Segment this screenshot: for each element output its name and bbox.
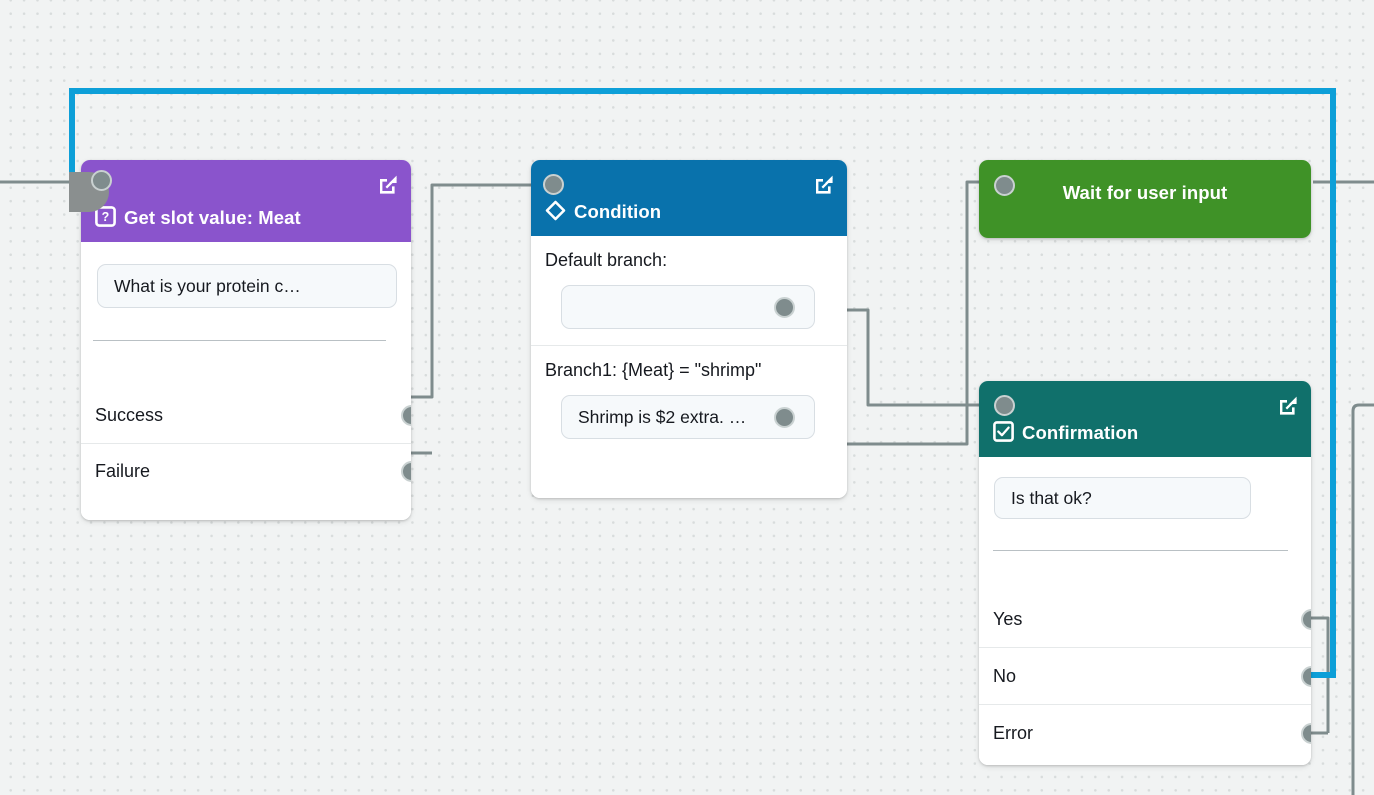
- output-port-no[interactable]: [1301, 666, 1312, 687]
- section-divider: [993, 550, 1288, 551]
- output-row-success[interactable]: Success: [81, 387, 411, 443]
- branch-label: Branch1: {Meat} = "shrimp": [531, 360, 847, 381]
- output-label: Failure: [95, 461, 150, 482]
- node-title-row: ? Get slot value: Meat: [95, 206, 301, 231]
- node-header: ? Get slot value: Meat: [81, 160, 411, 242]
- input-port[interactable]: [91, 170, 112, 191]
- output-label: No: [993, 666, 1016, 687]
- node-get-slot-value-meat[interactable]: ? Get slot value: Meat What is your prot…: [81, 160, 411, 520]
- branch-prompt-bubble[interactable]: [561, 285, 815, 329]
- node-title: Confirmation: [1022, 424, 1138, 443]
- output-label: Yes: [993, 609, 1022, 630]
- branch-prompt-text: Shrimp is $2 extra. …: [578, 407, 746, 428]
- node-title: Get slot value: Meat: [124, 209, 301, 228]
- input-port[interactable]: [994, 175, 1015, 196]
- flow-canvas[interactable]: ? Get slot value: Meat What is your prot…: [0, 0, 1374, 795]
- node-wait-for-user-input[interactable]: Wait for user input: [979, 160, 1311, 238]
- node-title: Wait for user input: [1063, 184, 1228, 203]
- output-label: Success: [95, 405, 163, 426]
- edge-confirmation-right: [1353, 405, 1374, 795]
- node-header: Wait for user input: [979, 160, 1311, 238]
- node-title-row: Wait for user input: [993, 184, 1297, 203]
- branch-prompt-bubble[interactable]: Shrimp is $2 extra. …: [561, 395, 815, 439]
- node-confirmation[interactable]: Confirmation Is that ok? Yes No Error: [979, 381, 1311, 765]
- input-port[interactable]: [543, 174, 564, 195]
- output-row-no[interactable]: No: [979, 648, 1311, 704]
- edit-pencil-icon[interactable]: [1277, 395, 1299, 417]
- prompt-bubble[interactable]: What is your protein c…: [97, 264, 397, 308]
- prompt-text: What is your protein c…: [114, 276, 301, 297]
- node-title: Condition: [574, 203, 661, 222]
- output-row-failure[interactable]: Failure: [81, 444, 411, 499]
- node-header: Confirmation: [979, 381, 1311, 457]
- edit-pencil-icon[interactable]: [377, 174, 399, 196]
- output-label: Error: [993, 723, 1033, 744]
- diamond-icon: [545, 200, 566, 225]
- branch-default: Default branch:: [531, 236, 847, 345]
- node-condition[interactable]: Condition Default branch: Branch1: {Meat…: [531, 160, 847, 498]
- output-port-error[interactable]: [1301, 723, 1312, 744]
- output-port-success[interactable]: [401, 405, 412, 426]
- output-port-branch1[interactable]: [774, 407, 795, 428]
- output-row-yes[interactable]: Yes: [979, 592, 1311, 647]
- output-port-yes[interactable]: [1301, 609, 1312, 630]
- output-port-default-branch[interactable]: [774, 297, 795, 318]
- node-body: Is that ok? Yes No Error: [979, 457, 1311, 765]
- branch-label: Default branch:: [531, 250, 847, 271]
- section-divider: [93, 340, 386, 341]
- input-port[interactable]: [994, 395, 1015, 416]
- prompt-text: Is that ok?: [1011, 488, 1092, 509]
- node-body: Default branch: Branch1: {Meat} = "shrim…: [531, 236, 847, 498]
- node-title-row: Condition: [545, 200, 661, 225]
- output-port-failure[interactable]: [401, 461, 412, 482]
- node-title-row: Confirmation: [993, 421, 1138, 446]
- prompt-bubble[interactable]: Is that ok?: [994, 477, 1251, 519]
- checkbox-checked-icon: [993, 421, 1014, 446]
- branch-1: Branch1: {Meat} = "shrimp" Shrimp is $2 …: [531, 346, 847, 455]
- node-body: What is your protein c… Success Failure: [81, 242, 411, 520]
- edit-pencil-icon[interactable]: [813, 174, 835, 196]
- node-header: Condition: [531, 160, 847, 236]
- output-row-error[interactable]: Error: [979, 705, 1311, 761]
